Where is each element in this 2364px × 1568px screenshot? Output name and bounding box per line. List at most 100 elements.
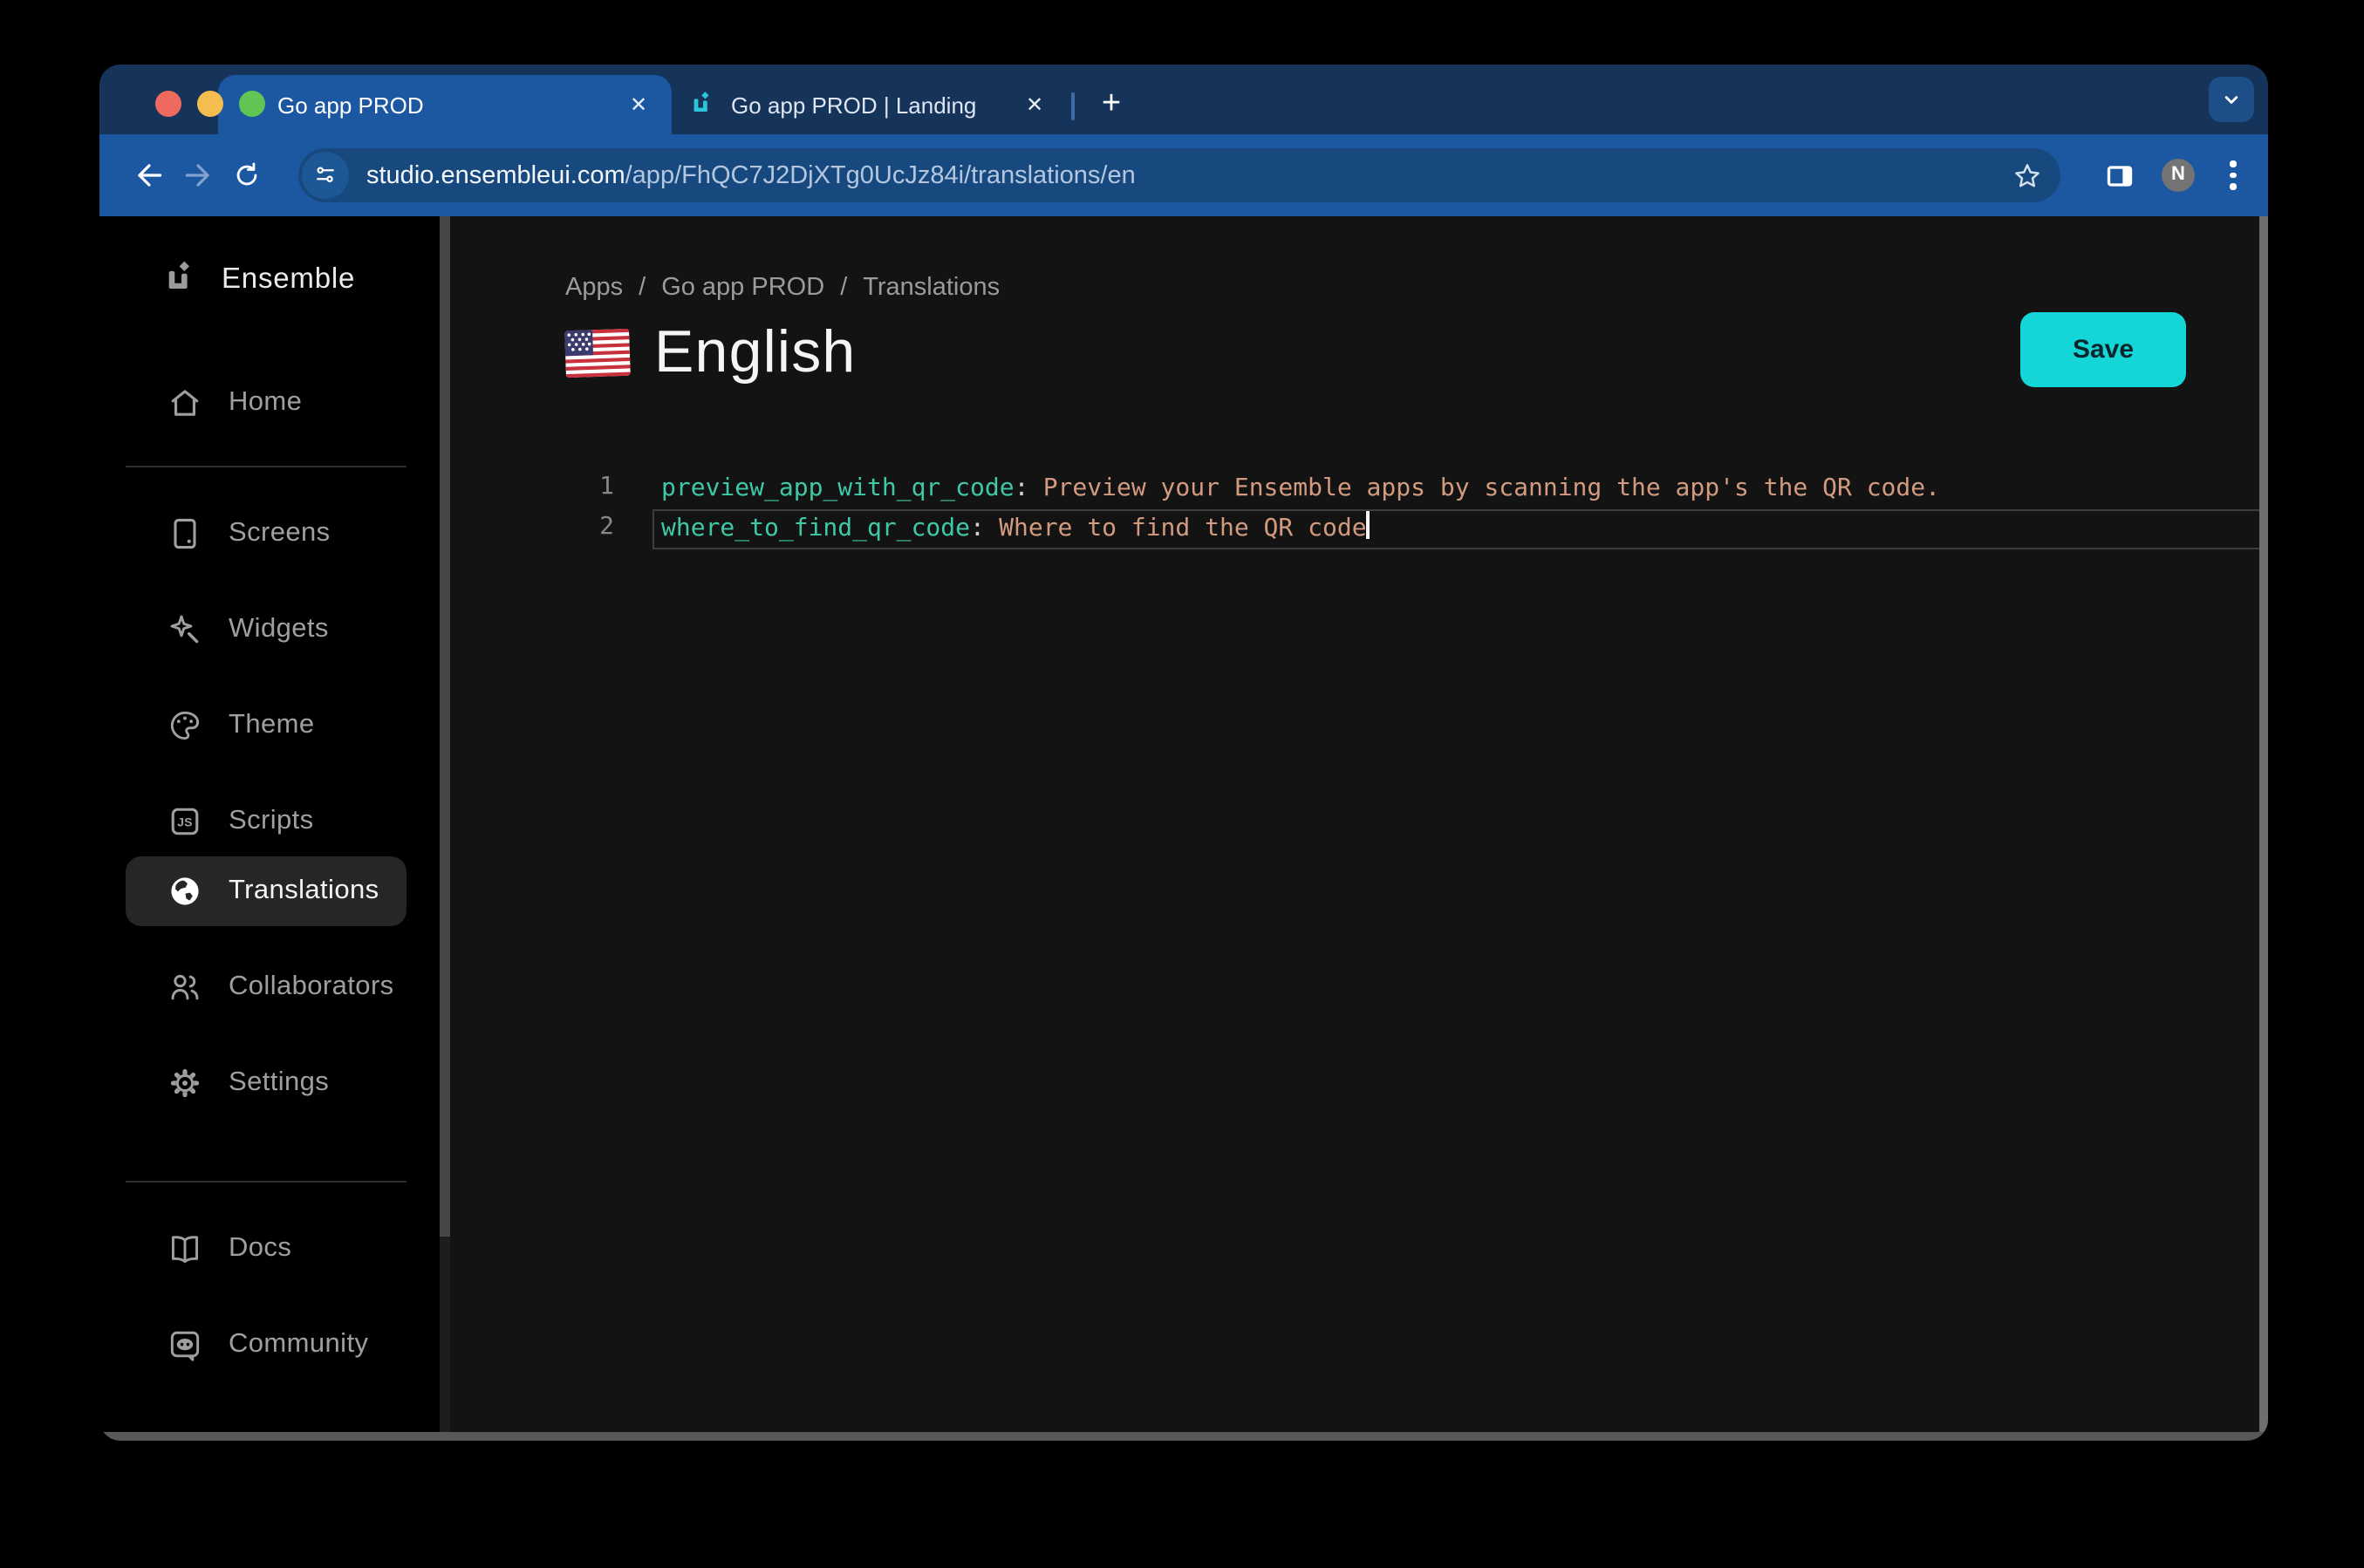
site-settings-button[interactable] bbox=[302, 152, 349, 199]
translations-editor[interactable]: 1 preview_app_with_qr_code: Preview your … bbox=[450, 469, 2268, 549]
sidebar-item-collaborators[interactable]: Collaborators bbox=[99, 952, 440, 1022]
browser-window: Go app PROD ✕ Go app PROD | Landing ✕ + bbox=[99, 65, 2268, 1441]
url-domain: studio.ensembleui.com bbox=[366, 161, 625, 189]
theme-icon bbox=[170, 711, 200, 740]
close-window-button[interactable] bbox=[155, 91, 181, 117]
ensemble-logo-icon bbox=[168, 261, 190, 289]
sidebar-item-theme[interactable]: Theme bbox=[99, 691, 440, 760]
sidebar-item-translations[interactable]: Translations bbox=[126, 856, 407, 926]
yaml-value: Where to find the QR code bbox=[999, 515, 1367, 542]
reload-button[interactable] bbox=[229, 158, 263, 193]
bookmark-button[interactable] bbox=[2012, 160, 2043, 191]
url-text[interactable]: studio.ensembleui.com/app/FhQC7J2DjXTg0U… bbox=[366, 161, 2012, 189]
forward-arrow-icon bbox=[184, 164, 208, 187]
breadcrumb-item-apps[interactable]: Apps bbox=[565, 274, 623, 302]
tab-strip: Go app PROD ✕ Go app PROD | Landing ✕ + bbox=[99, 65, 2268, 134]
side-panel-button[interactable] bbox=[2102, 158, 2137, 193]
sidebar-item-label: Scripts bbox=[229, 806, 314, 835]
zoom-window-button[interactable] bbox=[239, 91, 265, 117]
sidebar-scrollbar-thumb[interactable] bbox=[440, 216, 450, 1237]
chevron-down-icon bbox=[2224, 96, 2238, 104]
tab-go-app-prod-landing[interactable]: Go app PROD | Landing ✕ bbox=[672, 75, 1068, 134]
sidebar-item-settings[interactable]: Settings bbox=[99, 1048, 440, 1118]
discord-icon bbox=[170, 1331, 200, 1361]
code-line[interactable]: preview_app_with_qr_code: Preview your En… bbox=[652, 469, 2268, 509]
url-path: /app/FhQC7J2DjXTg0UcJz84i/translations/e… bbox=[625, 161, 1136, 189]
sidebar-item-label: Translations bbox=[229, 876, 379, 905]
star-icon bbox=[2015, 163, 2039, 187]
code-line[interactable]: where_to_find_qr_code: Where to find the … bbox=[652, 509, 2268, 549]
sidebar-item-home[interactable]: Home bbox=[99, 368, 440, 438]
sidebar-item-docs[interactable]: Docs bbox=[99, 1214, 440, 1284]
page-header: English bbox=[564, 314, 2268, 391]
sidebar-item-label: Home bbox=[229, 387, 303, 417]
brand-name: Ensemble bbox=[222, 262, 356, 294]
window-bottom-edge bbox=[99, 1432, 2268, 1441]
browser-toolbar: studio.ensembleui.com/app/FhQC7J2DjXTg0U… bbox=[99, 134, 2268, 216]
sidebar-item-label: Docs bbox=[229, 1233, 292, 1263]
forward-button[interactable] bbox=[180, 158, 215, 193]
save-button[interactable]: Save bbox=[2020, 312, 2186, 387]
sidebar-divider bbox=[126, 1181, 407, 1183]
tab-go-app-prod[interactable]: Go app PROD ✕ bbox=[218, 75, 672, 134]
main-scrollbar-thumb[interactable] bbox=[2259, 216, 2268, 1432]
us-flag-icon bbox=[564, 327, 631, 378]
yaml-value: Preview your Ensemble apps by scanning t… bbox=[1042, 474, 1940, 502]
editor-line-2-active[interactable]: 2 where_to_find_qr_code: Where to find th… bbox=[450, 509, 2268, 549]
breadcrumb-item-translations[interactable]: Translations bbox=[863, 274, 1000, 302]
settings-icon bbox=[170, 1068, 200, 1098]
editor-line-1[interactable]: 1 preview_app_with_qr_code: Preview your … bbox=[450, 469, 2268, 509]
sidebar-divider bbox=[126, 466, 407, 467]
yaml-key: preview_app_with_qr_code bbox=[661, 474, 1015, 502]
docs-icon bbox=[171, 1236, 199, 1264]
traffic-lights bbox=[155, 91, 265, 117]
minimize-window-button[interactable] bbox=[197, 91, 223, 117]
widgets-icon bbox=[170, 615, 199, 644]
collaborators-icon bbox=[171, 974, 199, 1000]
breadcrumb: Apps / Go app PROD / Translations bbox=[565, 272, 2268, 303]
sidebar-item-screens[interactable]: Screens bbox=[99, 499, 440, 569]
main-panel: Apps / Go app PROD / Translations Englis… bbox=[450, 216, 2268, 1432]
desktop-background: Go app PROD ✕ Go app PROD | Landing ✕ + bbox=[0, 0, 2364, 1568]
back-button[interactable] bbox=[131, 158, 166, 193]
sidebar-item-label: Widgets bbox=[229, 614, 329, 644]
sidebar-item-label: Settings bbox=[229, 1067, 330, 1097]
tab-title: Go app PROD bbox=[277, 92, 424, 118]
yaml-key: where_to_find_qr_code bbox=[661, 515, 971, 542]
tab-search-button[interactable] bbox=[2209, 77, 2254, 122]
breadcrumb-separator: / bbox=[840, 274, 848, 302]
yaml-colon: : bbox=[1014, 474, 1029, 502]
sidebar-item-label: Community bbox=[229, 1329, 369, 1359]
svg-text:JS: JS bbox=[177, 816, 193, 829]
back-arrow-icon bbox=[137, 164, 161, 187]
screens-icon bbox=[174, 518, 196, 549]
address-bar[interactable]: studio.ensembleui.com/app/FhQC7J2DjXTg0U… bbox=[298, 148, 2060, 202]
ensemble-favicon bbox=[689, 91, 717, 119]
sidebar-item-widgets[interactable]: Widgets bbox=[99, 595, 440, 665]
tune-icon bbox=[317, 167, 334, 182]
yaml-colon: : bbox=[970, 515, 985, 542]
main-scrollbar[interactable] bbox=[2258, 216, 2268, 1432]
sidebar: Ensemble Home Screens Widgets Theme JS S… bbox=[99, 216, 440, 1432]
new-tab-button[interactable]: + bbox=[1089, 82, 1134, 127]
text-cursor bbox=[1366, 511, 1370, 539]
profile-avatar[interactable]: N bbox=[2162, 159, 2195, 192]
sidebar-item-scripts[interactable]: JS Scripts bbox=[99, 787, 440, 856]
tab-separator bbox=[1071, 92, 1075, 120]
breadcrumb-item-app[interactable]: Go app PROD bbox=[661, 274, 824, 302]
sidebar-item-label: Collaborators bbox=[229, 971, 394, 1001]
brand: Ensemble bbox=[99, 258, 440, 300]
tab-close-icon[interactable]: ✕ bbox=[623, 89, 654, 120]
line-number: 1 bbox=[599, 473, 614, 501]
sidebar-item-label: Screens bbox=[229, 518, 331, 548]
side-panel-icon bbox=[2107, 165, 2133, 186]
tab-close-icon[interactable]: ✕ bbox=[1019, 89, 1050, 120]
breadcrumb-separator: / bbox=[639, 274, 646, 302]
page-title: English bbox=[654, 318, 857, 385]
browser-menu-button[interactable] bbox=[2219, 158, 2247, 193]
scripts-icon: JS bbox=[171, 808, 199, 835]
line-number: 2 bbox=[599, 513, 614, 541]
sidebar-scrollbar[interactable] bbox=[440, 216, 450, 1432]
home-icon bbox=[171, 390, 199, 416]
sidebar-item-community[interactable]: Community bbox=[99, 1310, 440, 1380]
